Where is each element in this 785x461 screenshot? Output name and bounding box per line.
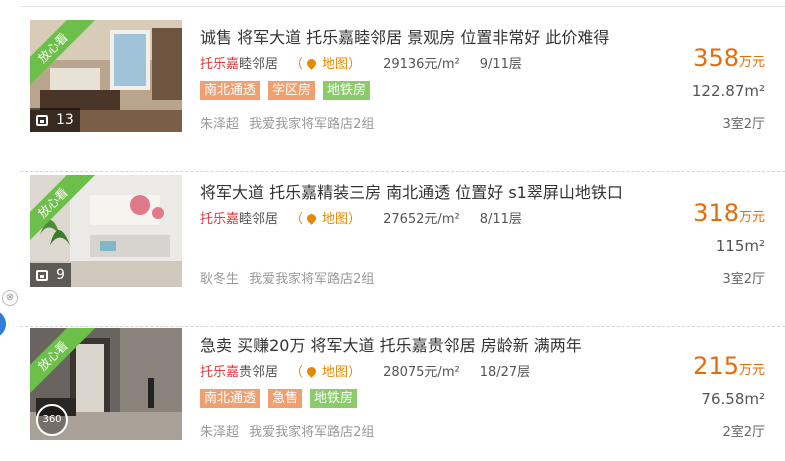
map-link[interactable]: （地图）	[290, 361, 361, 380]
side-float-tab[interactable]	[0, 310, 6, 338]
photo-count: 13	[56, 112, 74, 128]
total-price-value: 318	[693, 199, 739, 227]
listing-photo[interactable]: 放心看 360	[30, 328, 182, 440]
community-name[interactable]: 贵邻居	[239, 361, 278, 380]
community-name[interactable]: 睦邻居	[239, 53, 278, 72]
divider	[20, 171, 785, 172]
agent-name[interactable]: 朱泽超	[200, 425, 239, 440]
price-unit: 万元	[738, 55, 765, 70]
top-divider	[20, 0, 785, 7]
total-price: 318万元	[693, 199, 765, 227]
divider	[20, 326, 785, 327]
tag-list: 南北通透 急售 地铁房	[200, 389, 358, 408]
agent-info: 朱泽超 我爱我家将军路店2组	[200, 421, 374, 440]
unit-price: 27652元/m²	[383, 212, 460, 227]
tag-list: 南北通透 学区房 地铁房	[200, 81, 371, 100]
agent-name[interactable]: 耿冬生	[200, 272, 239, 287]
map-pin-icon	[305, 365, 318, 378]
map-pin-icon	[305, 57, 318, 70]
total-price-value: 215	[693, 352, 739, 380]
area: 122.87m²	[691, 82, 765, 100]
unit-price: 28075元/m²	[383, 365, 460, 380]
floor-info: 18/27层	[479, 365, 531, 380]
room-layout: 3室2厅	[722, 272, 765, 287]
listing-info: 托乐嘉 贵邻居 （地图） 28075元/m² 18/27层	[200, 361, 530, 380]
agent-store: 我爱我家将军路店2组	[249, 117, 375, 132]
photo-count-badge: 13	[30, 108, 80, 132]
vr-360-icon[interactable]: 360	[36, 404, 68, 436]
tag: 地铁房	[310, 389, 358, 408]
map-link[interactable]: （地图）	[290, 208, 361, 227]
listing-item[interactable]: 放心看 9 将军大道 托乐嘉精装三房 南北通透 位置好 s1翠屏山地铁口 托乐嘉…	[20, 175, 785, 327]
map-pin-icon	[305, 212, 318, 225]
close-icon[interactable]: ⊗	[2, 290, 18, 306]
agent-name[interactable]: 朱泽超	[200, 117, 239, 132]
floor-info: 9/11层	[479, 57, 522, 72]
room-layout: 3室2厅	[722, 117, 765, 132]
listing-info: 托乐嘉 睦邻居 （地图） 29136元/m² 9/11层	[200, 53, 522, 72]
floor-info: 8/11层	[479, 212, 522, 227]
map-label: 地图	[322, 212, 349, 227]
community-highlight[interactable]: 托乐嘉	[200, 208, 239, 227]
tag: 学区房	[268, 81, 316, 100]
community-name[interactable]: 睦邻居	[239, 208, 278, 227]
price-unit: 万元	[738, 363, 765, 378]
gallery-icon	[36, 269, 48, 281]
agent-store: 我爱我家将军路店2组	[249, 272, 375, 287]
community-highlight[interactable]: 托乐嘉	[200, 53, 239, 72]
tag: 急售	[268, 389, 303, 408]
listing-photo[interactable]: 放心看 13	[30, 20, 182, 132]
area: 76.58m²	[701, 390, 765, 408]
listing-title[interactable]: 将军大道 托乐嘉精装三房 南北通透 位置好 s1翠屏山地铁口	[200, 179, 623, 203]
map-link[interactable]: （地图）	[290, 53, 361, 72]
tag: 地铁房	[323, 81, 371, 100]
community-highlight[interactable]: 托乐嘉	[200, 361, 239, 380]
gallery-icon	[36, 114, 48, 126]
listing-item[interactable]: 放心看 360 急卖 买赚20万 将军大道 托乐嘉贵邻居 房龄新 满两年 托乐嘉…	[20, 328, 785, 461]
unit-price: 29136元/m²	[383, 57, 460, 72]
listing-info: 托乐嘉 睦邻居 （地图） 27652元/m² 8/11层	[200, 208, 522, 227]
tag: 南北通透	[200, 389, 261, 408]
agent-info: 朱泽超 我爱我家将军路店2组	[200, 113, 374, 132]
photo-count-badge: 9	[30, 263, 71, 287]
price-unit: 万元	[738, 210, 765, 225]
map-label: 地图	[322, 57, 349, 72]
tag: 南北通透	[200, 81, 261, 100]
listing-item[interactable]: 放心看 13 诚售 将军大道 托乐嘉睦邻居 景观房 位置非常好 此价难得 托乐嘉…	[20, 20, 785, 172]
listing-photo[interactable]: 放心看 9	[30, 175, 182, 287]
agent-store: 我爱我家将军路店2组	[249, 425, 375, 440]
total-price-value: 358	[693, 44, 739, 72]
photo-count: 9	[56, 267, 65, 283]
room-layout: 2室2厅	[722, 425, 765, 440]
agent-info: 耿冬生 我爱我家将军路店2组	[200, 268, 374, 287]
listing-title[interactable]: 急卖 买赚20万 将军大道 托乐嘉贵邻居 房龄新 满两年	[200, 332, 582, 356]
total-price: 215万元	[693, 352, 765, 380]
total-price: 358万元	[693, 44, 765, 72]
area: 115m²	[715, 237, 765, 255]
map-label: 地图	[322, 365, 349, 380]
listing-title[interactable]: 诚售 将军大道 托乐嘉睦邻居 景观房 位置非常好 此价难得	[200, 24, 609, 48]
